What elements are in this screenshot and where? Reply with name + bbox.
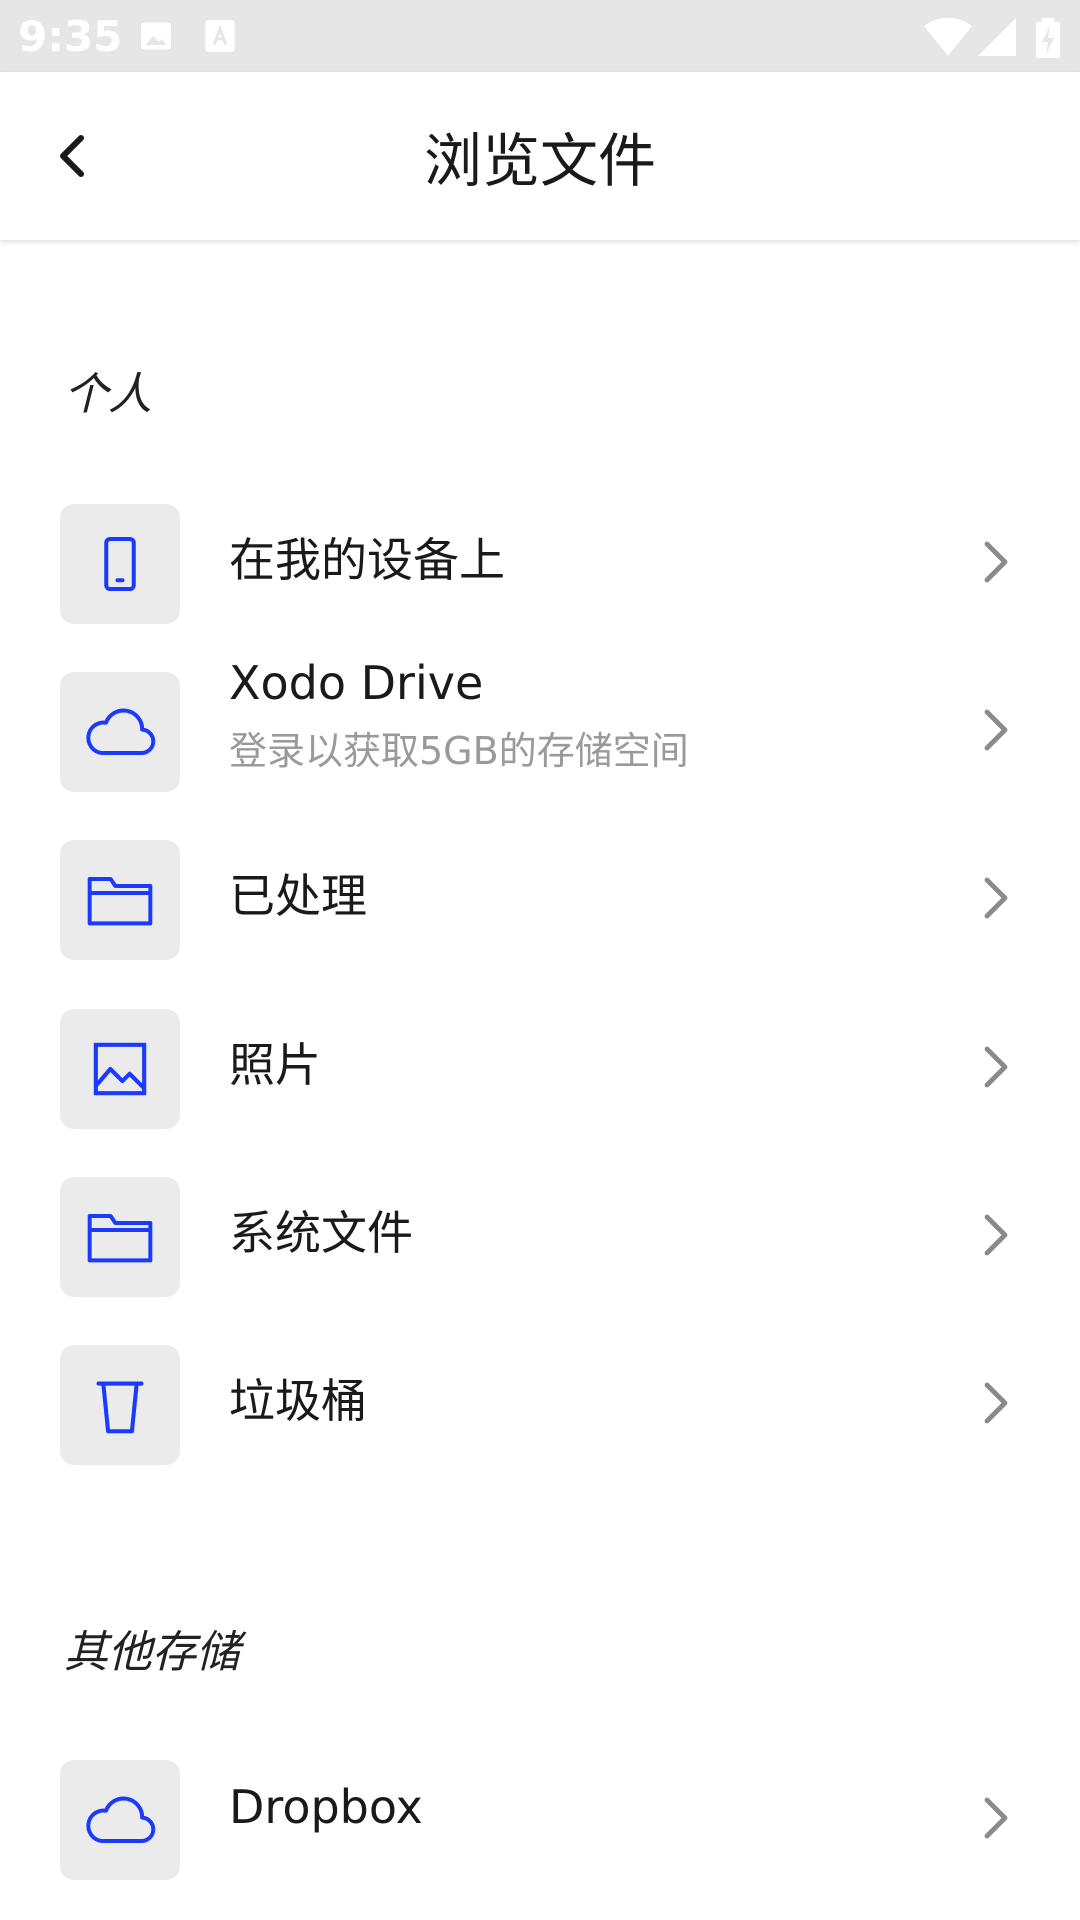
page-title: 浏览文件 (423, 127, 656, 195)
item-label: 在我的设备上 (229, 533, 505, 587)
item-label: 垃圾桶 (229, 1374, 367, 1428)
chevron-right-icon (978, 704, 1014, 756)
folder-icon (87, 877, 153, 926)
item-icon-box (60, 840, 180, 960)
signal-icon (978, 18, 1016, 60)
chevron-right-icon (978, 1041, 1014, 1093)
item-label: 照片 (229, 1038, 321, 1092)
item-icon-box (60, 672, 180, 792)
item-label: 已处理 (229, 869, 367, 923)
item-icon-box (60, 1177, 180, 1297)
image-icon (93, 1042, 147, 1096)
wifi-icon (924, 17, 972, 62)
battery-charging-icon (1036, 18, 1060, 62)
cloud-icon (86, 708, 156, 755)
item-label: 系统文件 (229, 1206, 413, 1260)
status-time: 9:35 (18, 12, 123, 61)
section-header-personal: 个人 (64, 369, 152, 420)
folder-icon (87, 1214, 153, 1263)
item-label: Xodo Drive (229, 656, 484, 710)
chevron-right-icon (978, 1209, 1014, 1261)
image-icon (138, 18, 174, 58)
section-header-other-storage: 其他存储 (64, 1627, 240, 1678)
list-item-system-files[interactable]: 系统文件 (0, 1153, 1080, 1299)
item-icon-box (60, 1345, 180, 1465)
list-item-trash[interactable]: 垃圾桶 (0, 1321, 1080, 1467)
item-icon-box (60, 504, 180, 624)
item-icon-box (60, 1009, 180, 1129)
item-icon-box (60, 1760, 180, 1880)
list-item-dropbox[interactable]: Dropbox (0, 1736, 1080, 1882)
list-item-photos[interactable]: 照片 (0, 985, 1080, 1131)
chevron-right-icon (978, 872, 1014, 924)
chevron-right-icon (978, 1792, 1014, 1844)
chevron-right-icon (978, 536, 1014, 588)
a11y-text-icon (204, 18, 236, 58)
trash-icon (96, 1381, 144, 1434)
list-item-xodo-drive[interactable]: Xodo Drive 登录以获取5GB的存储空间 (0, 648, 1080, 794)
cloud-icon (86, 1796, 156, 1843)
chevron-right-icon (978, 1377, 1014, 1429)
list-item-on-my-device[interactable]: 在我的设备上 (0, 480, 1080, 626)
app-bar: 浏览文件 (0, 72, 1080, 240)
status-bar: 9:35 (0, 0, 1080, 72)
item-label: Dropbox (229, 1780, 423, 1834)
phone-icon (104, 537, 136, 591)
list-item-processed[interactable]: 已处理 (0, 816, 1080, 962)
item-subtitle: 登录以获取5GB的存储空间 (229, 729, 689, 773)
